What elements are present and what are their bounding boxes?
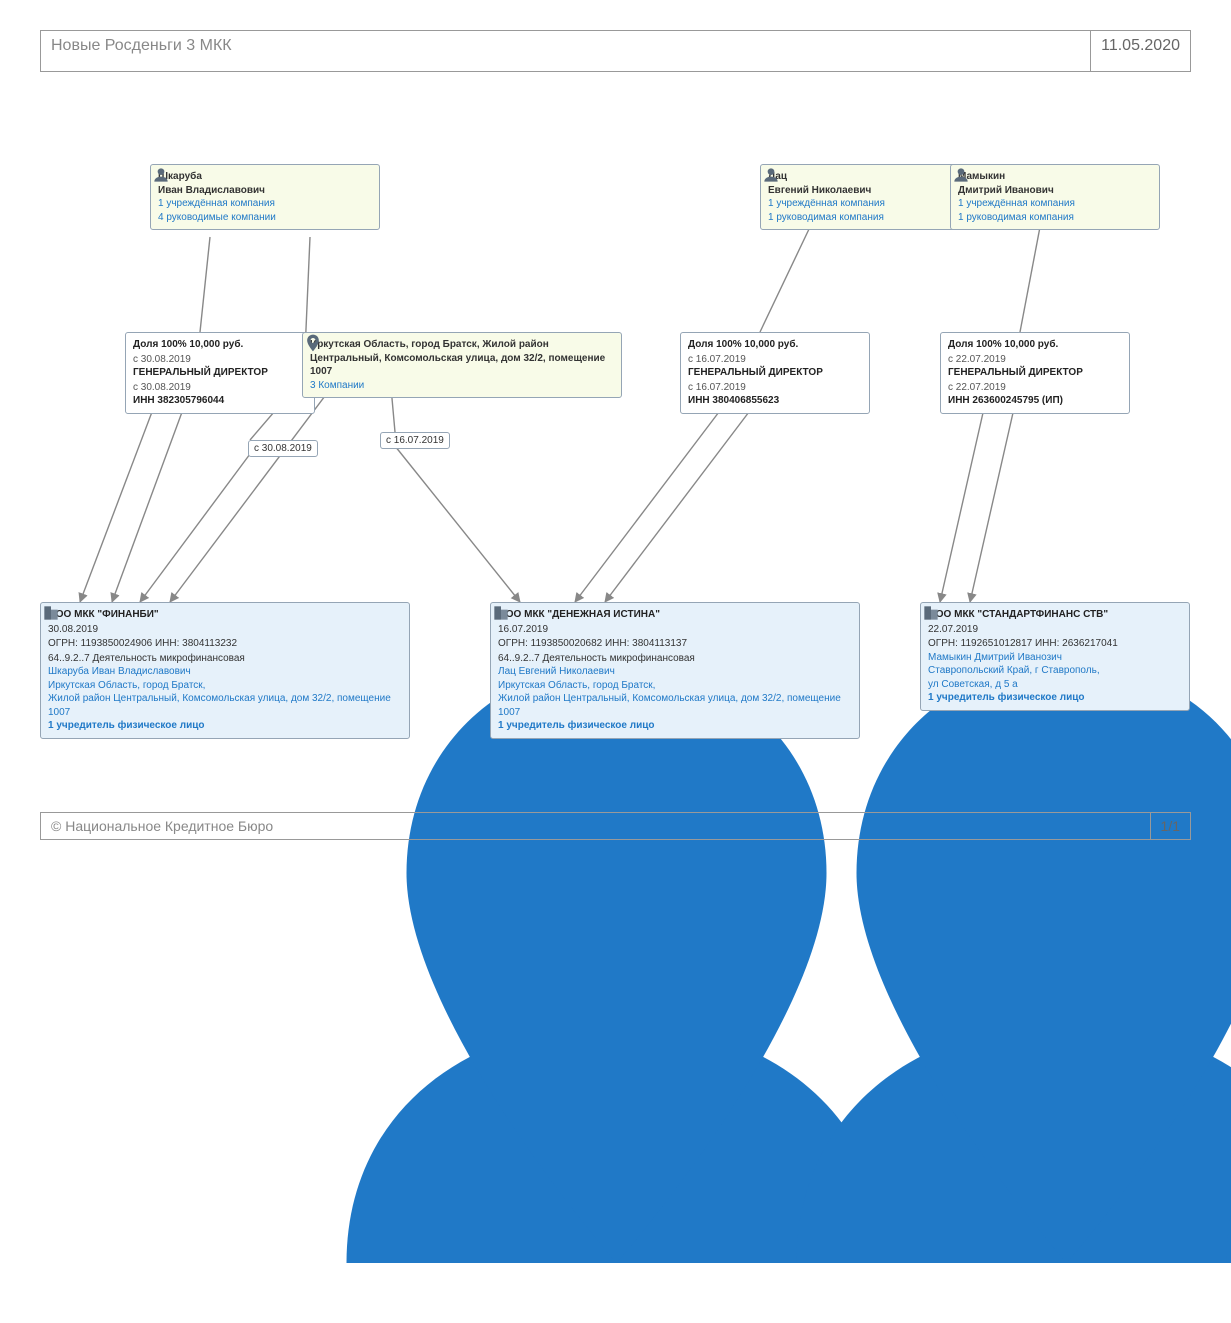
company-date: 22.07.2019	[928, 623, 1108, 637]
company-address-2[interactable]: Жилой район Центральный, Комсомольская у…	[498, 692, 852, 719]
company-name: ООО МКК "ДЕНЕЖНАЯ ИСТИНА"	[498, 608, 660, 622]
header-bar: Новые Росденьги 3 МКК 11.05.2020	[40, 30, 1191, 72]
person-given: Иван Владиславович	[158, 184, 265, 198]
company-founder-link[interactable]: 1 учредитель физическое лицо	[48, 720, 205, 731]
footer-copyright: © Национальное Кредитное Бюро	[41, 813, 1150, 839]
share-date2: с 22.07.2019	[948, 381, 1122, 395]
company-founder-link[interactable]: 1 учредитель физическое лицо	[928, 692, 1085, 703]
company-node-standartfinans[interactable]: ООО МКК "СТАНДАРТФИНАНС СТВ" 22.07.2019 …	[920, 602, 1190, 711]
person-surname: Мамыкин	[958, 170, 1054, 184]
edge-label-1: с 30.08.2019	[248, 440, 318, 457]
share-position: ГЕНЕРАЛЬНЫЙ ДИРЕКТОР	[133, 366, 307, 380]
report-date: 11.05.2020	[1090, 31, 1190, 71]
company-address-1[interactable]: Иркутская Область, город Братск,	[48, 680, 205, 691]
footer-page: 1/1	[1150, 813, 1190, 839]
company-address-1[interactable]: Иркутская Область, город Братск,	[498, 680, 655, 691]
company-ogrn-inn: ОГРН: 1192651012817 ИНН: 2636217041	[928, 637, 1182, 651]
share-node-3[interactable]: Доля 100% 10,000 руб. с 22.07.2019 ГЕНЕР…	[940, 332, 1130, 414]
share-position: ГЕНЕРАЛЬНЫЙ ДИРЕКТОР	[688, 366, 862, 380]
person-node-shkaruba[interactable]: Шкаруба Иван Владиславович 1 учреждённая…	[150, 164, 380, 230]
company-date: 16.07.2019	[498, 623, 660, 637]
company-address-2[interactable]: Жилой район Центральный, Комсомольская у…	[48, 692, 402, 719]
footer-bar: © Национальное Кредитное Бюро 1/1	[40, 812, 1191, 840]
person-given: Евгений Николаевич	[768, 184, 871, 198]
company-address-2[interactable]: ул Советская, д 5 а	[928, 678, 1182, 692]
founded-companies-link[interactable]: 1 учреждённая компания	[158, 198, 275, 209]
managed-companies-link[interactable]: 1 руководимая компания	[958, 212, 1074, 223]
share-date2: с 16.07.2019	[688, 381, 862, 395]
share-date: с 16.07.2019	[688, 353, 862, 367]
share-date: с 30.08.2019	[133, 353, 307, 367]
person-node-lats[interactable]: Лац Евгений Николаевич 1 учреждённая ком…	[760, 164, 970, 230]
person-surname: Шкаруба	[158, 170, 265, 184]
share-position: ГЕНЕРАЛЬНЫЙ ДИРЕКТОР	[948, 366, 1122, 380]
company-address-1[interactable]: Ставропольский Край, г Ставрополь,	[928, 665, 1100, 676]
share-inn: ИНН 380406855623	[688, 394, 862, 408]
company-founder-link[interactable]: 1 учредитель физическое лицо	[498, 720, 655, 731]
company-director-link[interactable]: Шкаруба Иван Владиславович	[48, 666, 191, 677]
share-amount: Доля 100% 10,000 руб.	[133, 338, 307, 352]
share-amount: Доля 100% 10,000 руб.	[688, 338, 862, 352]
person-icon	[921, 603, 1231, 1323]
address-text: Иркутская Область, город Братск, Жилой р…	[310, 338, 614, 379]
company-name: ООО МКК "СТАНДАРТФИНАНС СТВ"	[928, 608, 1108, 622]
pin-icon	[921, 603, 1231, 1323]
address-node[interactable]: Иркутская Область, город Братск, Жилой р…	[302, 332, 622, 398]
company-activity: 64..9.2..7 Деятельность микрофинансовая	[48, 652, 402, 666]
person-given: Дмитрий Иванович	[958, 184, 1054, 198]
share-amount: Доля 100% 10,000 руб.	[948, 338, 1122, 352]
company-node-denezhnaya-istina[interactable]: ООО МКК "ДЕНЕЖНАЯ ИСТИНА" 16.07.2019 ОГР…	[490, 602, 860, 739]
founded-companies-link[interactable]: 1 учреждённая компания	[768, 198, 885, 209]
address-companies-link[interactable]: 3 Компании	[310, 380, 364, 391]
share-node-1[interactable]: Доля 100% 10,000 руб. с 30.08.2019 ГЕНЕР…	[125, 332, 315, 414]
managed-companies-link[interactable]: 1 руководимая компания	[768, 212, 884, 223]
edge-label-2: с 16.07.2019	[380, 432, 450, 449]
share-inn: ИНН 263600245795 (ИП)	[948, 394, 1122, 408]
company-ogrn-inn: ОГРН: 1193850024906 ИНН: 3804113232	[48, 637, 402, 651]
share-inn: ИНН 382305796044	[133, 394, 307, 408]
person-node-mamykin[interactable]: Мамыкин Дмитрий Иванович 1 учреждённая к…	[950, 164, 1160, 230]
company-date: 30.08.2019	[48, 623, 159, 637]
diagram-canvas: Шкаруба Иван Владиславович 1 учреждённая…	[40, 72, 1191, 792]
share-node-2[interactable]: Доля 100% 10,000 руб. с 16.07.2019 ГЕНЕР…	[680, 332, 870, 414]
managed-companies-link[interactable]: 4 руководимые компании	[158, 212, 276, 223]
company-activity: 64..9.2..7 Деятельность микрофинансовая	[498, 652, 852, 666]
share-date2: с 30.08.2019	[133, 381, 307, 395]
company-director-link[interactable]: Лац Евгений Николаевич	[498, 666, 615, 677]
founded-companies-link[interactable]: 1 учреждённая компания	[958, 198, 1075, 209]
person-surname: Лац	[768, 170, 871, 184]
company-name: ООО МКК "ФИНАНБИ"	[48, 608, 159, 622]
company-ogrn-inn: ОГРН: 1193850020682 ИНН: 3804113137	[498, 637, 852, 651]
company-node-finanbi[interactable]: ООО МКК "ФИНАНБИ" 30.08.2019 ОГРН: 11938…	[40, 602, 410, 739]
company-director-link[interactable]: Мамыкин Дмитрий Иванозич	[928, 652, 1062, 663]
page-title: Новые Росденьги 3 МКК	[41, 31, 1090, 71]
share-date: с 22.07.2019	[948, 353, 1122, 367]
